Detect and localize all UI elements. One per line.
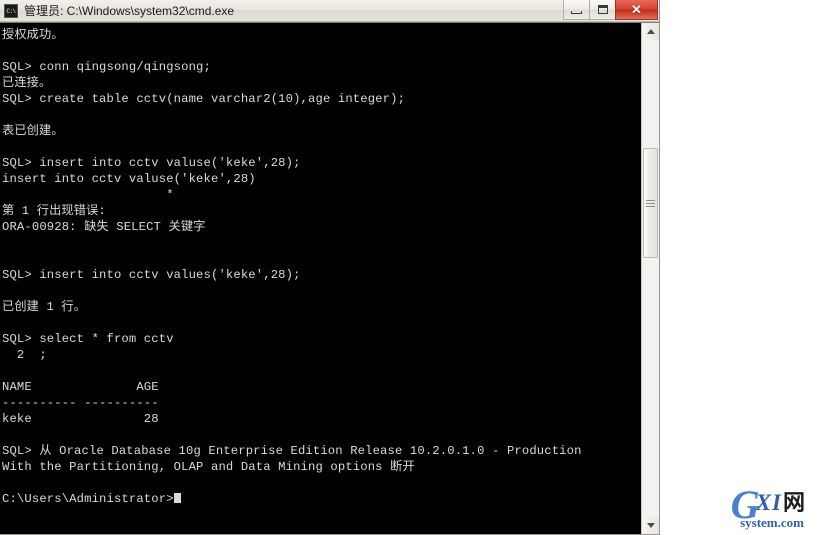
scroll-down-button[interactable] bbox=[642, 517, 659, 534]
console-line: * bbox=[2, 188, 174, 202]
watermark-xi: XI bbox=[755, 490, 782, 515]
minimize-icon bbox=[571, 10, 582, 14]
scroll-up-button[interactable] bbox=[642, 23, 659, 40]
close-icon: ✕ bbox=[631, 2, 642, 17]
console-line: keke 28 bbox=[2, 412, 159, 426]
maximize-restore-button[interactable] bbox=[589, 0, 616, 20]
console-line: 表已创建。 bbox=[2, 124, 64, 138]
text-cursor bbox=[173, 493, 181, 503]
watermark: G XI 网 system.com bbox=[731, 485, 805, 530]
console-line: With the Partitioning, OLAP and Data Min… bbox=[2, 460, 415, 474]
title-bar[interactable]: C:\ 管理员: C:\Windows\system32\cmd.exe ✕ bbox=[0, 0, 659, 22]
console-line: 授权成功。 bbox=[2, 28, 64, 42]
console-line: C:\Users\Administrator> bbox=[2, 491, 641, 507]
console-line: 第 1 行出现错误: bbox=[2, 204, 106, 218]
close-button[interactable]: ✕ bbox=[615, 0, 658, 20]
console-line: SQL> insert into cctv values('keke',28); bbox=[2, 268, 301, 282]
console-line: NAME AGE bbox=[2, 380, 159, 394]
console-line: insert into cctv valuse('keke',28) bbox=[2, 172, 256, 186]
console-line: SQL> select * from cctv bbox=[2, 332, 174, 346]
console-line: ---------- ---------- bbox=[2, 396, 159, 410]
console-line: 已连接。 bbox=[2, 76, 52, 90]
window-controls: ✕ bbox=[563, 0, 658, 20]
restore-icon bbox=[597, 5, 608, 14]
scrollbar-grip-icon bbox=[646, 198, 655, 209]
console-line: ORA-00928: 缺失 SELECT 关键字 bbox=[2, 220, 206, 234]
console-line: SQL> 从 Oracle Database 10g Enterprise Ed… bbox=[2, 444, 582, 458]
watermark-cn-char: 网 bbox=[782, 491, 805, 516]
chevron-down-icon bbox=[646, 523, 655, 528]
console-line: 已创建 1 行。 bbox=[2, 300, 87, 314]
console-output[interactable]: 授权成功。 SQL> conn qingsong/qingsong; 已连接。 SQL… bbox=[0, 23, 641, 534]
console-line: SQL> insert into cctv valuse('keke',28); bbox=[2, 156, 301, 170]
window-title: 管理员: C:\Windows\system32\cmd.exe bbox=[24, 4, 235, 18]
scrollbar-thumb[interactable] bbox=[643, 148, 658, 258]
cmd-icon: C:\ bbox=[4, 3, 18, 18]
console-line: SQL> create table cctv(name varchar2(10)… bbox=[2, 92, 406, 106]
cmd-window: C:\ 管理员: C:\Windows\system32\cmd.exe ✕ 授… bbox=[0, 0, 660, 535]
console-area: 授权成功。 SQL> conn qingsong/qingsong; 已连接。 SQL… bbox=[0, 22, 659, 534]
chevron-up-icon bbox=[646, 29, 655, 34]
scrollbar-track[interactable] bbox=[642, 40, 659, 517]
watermark-domain: system.com bbox=[740, 515, 804, 530]
console-line: 2 ; bbox=[2, 348, 47, 362]
minimize-button[interactable] bbox=[563, 0, 590, 20]
vertical-scrollbar[interactable] bbox=[641, 23, 659, 534]
console-line: SQL> conn qingsong/qingsong; bbox=[2, 60, 211, 74]
